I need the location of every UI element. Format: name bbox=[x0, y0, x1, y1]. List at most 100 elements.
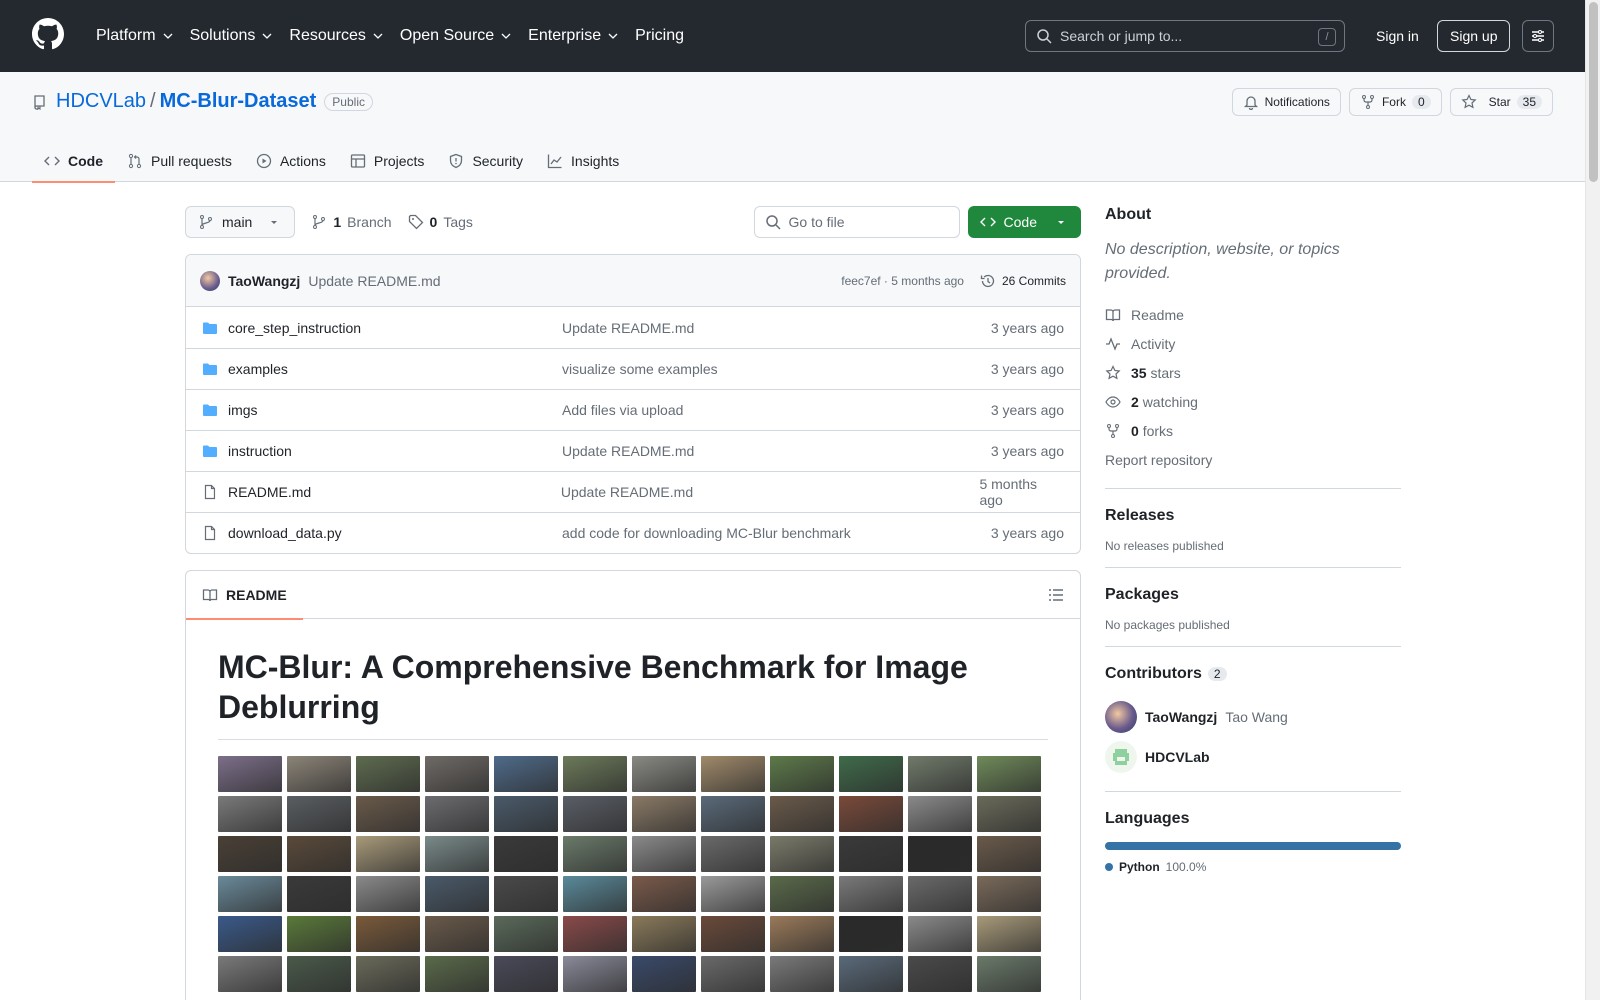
tab-actions[interactable]: Actions bbox=[244, 140, 338, 182]
example-image bbox=[977, 956, 1041, 992]
menu-button[interactable] bbox=[1522, 20, 1554, 52]
avatar[interactable] bbox=[1105, 741, 1137, 773]
file-name-link[interactable]: core_step_instruction bbox=[228, 320, 562, 336]
forks-count: 0 bbox=[1131, 422, 1139, 439]
file-name-link[interactable]: imgs bbox=[228, 402, 562, 418]
repo-path-separator: / bbox=[150, 90, 156, 112]
contributor-login[interactable]: HDCVLab bbox=[1145, 749, 1210, 765]
tags-link[interactable]: 0 Tags bbox=[408, 214, 473, 230]
nav-enterprise[interactable]: Enterprise bbox=[520, 20, 627, 52]
branch-icon bbox=[200, 215, 212, 229]
branches-link[interactable]: 1 Branch bbox=[311, 214, 392, 230]
commits-count-label: 26 Commits bbox=[1001, 273, 1066, 288]
contributor-login[interactable]: TaoWangzj bbox=[1145, 709, 1217, 725]
scrollbar-thumb[interactable] bbox=[1589, 2, 1598, 182]
watching-link[interactable]: 2 watching bbox=[1105, 387, 1401, 416]
file-row[interactable]: imgs Add files via upload 3 years ago bbox=[186, 389, 1080, 430]
stars-link[interactable]: 35 stars bbox=[1105, 358, 1401, 387]
fork-button[interactable]: Fork 0 bbox=[1348, 88, 1442, 116]
avatar[interactable] bbox=[200, 270, 220, 291]
file-commit-message[interactable]: visualize some examples bbox=[562, 361, 982, 377]
example-image bbox=[770, 836, 834, 872]
go-to-file-input[interactable]: Go to file bbox=[753, 206, 960, 238]
tab-security[interactable]: Security bbox=[436, 140, 535, 182]
packages-heading[interactable]: Packages bbox=[1105, 586, 1401, 604]
search-input[interactable]: Search or jump to... / bbox=[1025, 20, 1345, 52]
file-commit-message[interactable]: add code for downloading MC-Blur benchma… bbox=[562, 525, 982, 541]
nav-solutions[interactable]: Solutions bbox=[182, 20, 282, 52]
tab-label: Insights bbox=[571, 153, 620, 169]
example-image bbox=[839, 796, 903, 832]
report-repository-link[interactable]: Report repository bbox=[1105, 445, 1401, 474]
code-dropdown-button[interactable]: Code bbox=[967, 206, 1081, 238]
example-image bbox=[218, 796, 282, 832]
star-button[interactable]: Star 35 bbox=[1449, 88, 1553, 116]
tab-code[interactable]: Code bbox=[32, 140, 115, 183]
chevron-down-icon bbox=[501, 33, 511, 39]
readme-link-label: Readme bbox=[1131, 306, 1184, 323]
language-percent: 100.0% bbox=[1165, 860, 1207, 874]
file-row[interactable]: README.md Update README.md 5 months ago bbox=[186, 471, 1080, 512]
contributors-heading[interactable]: Contributors 2 bbox=[1105, 665, 1401, 683]
file-commit-message[interactable]: Update README.md bbox=[562, 320, 982, 336]
code-icon bbox=[44, 156, 60, 166]
example-image bbox=[218, 956, 282, 992]
notifications-button[interactable]: Notifications bbox=[1231, 88, 1341, 116]
commit-author-link[interactable]: TaoWangzj bbox=[228, 273, 300, 289]
nav-resources[interactable]: Resources bbox=[281, 20, 391, 52]
sign-in-link[interactable]: Sign in bbox=[1368, 20, 1427, 52]
file-commit-message[interactable]: Update README.md bbox=[561, 484, 980, 500]
file-row[interactable]: core_step_instruction Update README.md 3 y… bbox=[186, 307, 1080, 348]
tab-label: Pull requests bbox=[151, 153, 232, 169]
repo-owner-link[interactable]: HDCVLab bbox=[56, 90, 146, 113]
example-image bbox=[287, 916, 351, 952]
sign-up-button[interactable]: Sign up bbox=[1437, 20, 1511, 52]
file-name-link[interactable]: instruction bbox=[228, 443, 562, 459]
tab-pull-requests[interactable]: Pull requests bbox=[115, 140, 244, 182]
commit-message-link[interactable]: Update README.md bbox=[308, 273, 440, 289]
file-commit-message[interactable]: Update README.md bbox=[562, 443, 982, 459]
tab-insights[interactable]: Insights bbox=[535, 140, 631, 182]
commit-hash-time[interactable]: feec7ef · 5 months ago bbox=[841, 274, 964, 288]
file-name-link[interactable]: examples bbox=[228, 361, 562, 377]
readme-link[interactable]: Readme bbox=[1105, 300, 1401, 329]
example-image bbox=[356, 956, 420, 992]
github-logo-icon[interactable] bbox=[32, 18, 64, 50]
file-name-link[interactable]: README.md bbox=[228, 484, 561, 500]
contributor-item[interactable]: HDCVLab bbox=[1105, 737, 1401, 777]
pulse-icon bbox=[1106, 336, 1120, 351]
page-scrollbar[interactable] bbox=[1585, 0, 1600, 1000]
file-row[interactable]: examples visualize some examples 3 years a… bbox=[186, 348, 1080, 389]
file-row[interactable]: instruction Update README.md 3 years ago bbox=[186, 430, 1080, 471]
tab-projects[interactable]: Projects bbox=[338, 140, 437, 182]
repo-icon bbox=[34, 94, 45, 110]
languages-section: Languages Python 100.0% bbox=[1105, 791, 1401, 874]
file-row[interactable]: download_data.py add code for downloading… bbox=[186, 512, 1080, 553]
file-name-link[interactable]: download_data.py bbox=[228, 525, 562, 541]
language-item[interactable]: Python 100.0% bbox=[1105, 860, 1401, 874]
search-icon bbox=[765, 215, 781, 230]
file-commit-message[interactable]: Add files via upload bbox=[562, 402, 982, 418]
code-icon bbox=[979, 217, 996, 227]
folder-icon bbox=[203, 404, 217, 416]
file-commit-time: 3 years ago bbox=[990, 525, 1064, 541]
commits-history-link[interactable]: 26 Commits bbox=[980, 273, 1066, 289]
nav-label: Open Source bbox=[399, 27, 495, 44]
avatar[interactable] bbox=[1105, 701, 1137, 733]
about-description: No description, website, or topics provi… bbox=[1105, 241, 1340, 282]
repo-name-link[interactable]: MC-Blur-Dataset bbox=[160, 90, 317, 113]
forks-link[interactable]: 0 forks bbox=[1105, 416, 1401, 445]
branch-selector[interactable]: main bbox=[185, 206, 296, 238]
example-image bbox=[839, 956, 903, 992]
contributor-item[interactable]: TaoWangzj Tao Wang bbox=[1105, 697, 1401, 737]
stars-label: stars bbox=[1150, 364, 1181, 381]
releases-heading[interactable]: Releases bbox=[1105, 507, 1401, 525]
example-image bbox=[632, 876, 696, 912]
readme-tab[interactable]: README bbox=[186, 571, 303, 620]
nav-platform[interactable]: Platform bbox=[88, 20, 182, 52]
activity-link[interactable]: Activity bbox=[1105, 329, 1401, 358]
nav-open-source[interactable]: Open Source bbox=[392, 20, 520, 52]
nav-pricing[interactable]: Pricing bbox=[627, 20, 692, 52]
search-shortcut-key: / bbox=[1318, 28, 1336, 46]
list-unordered-icon[interactable] bbox=[1048, 587, 1064, 603]
